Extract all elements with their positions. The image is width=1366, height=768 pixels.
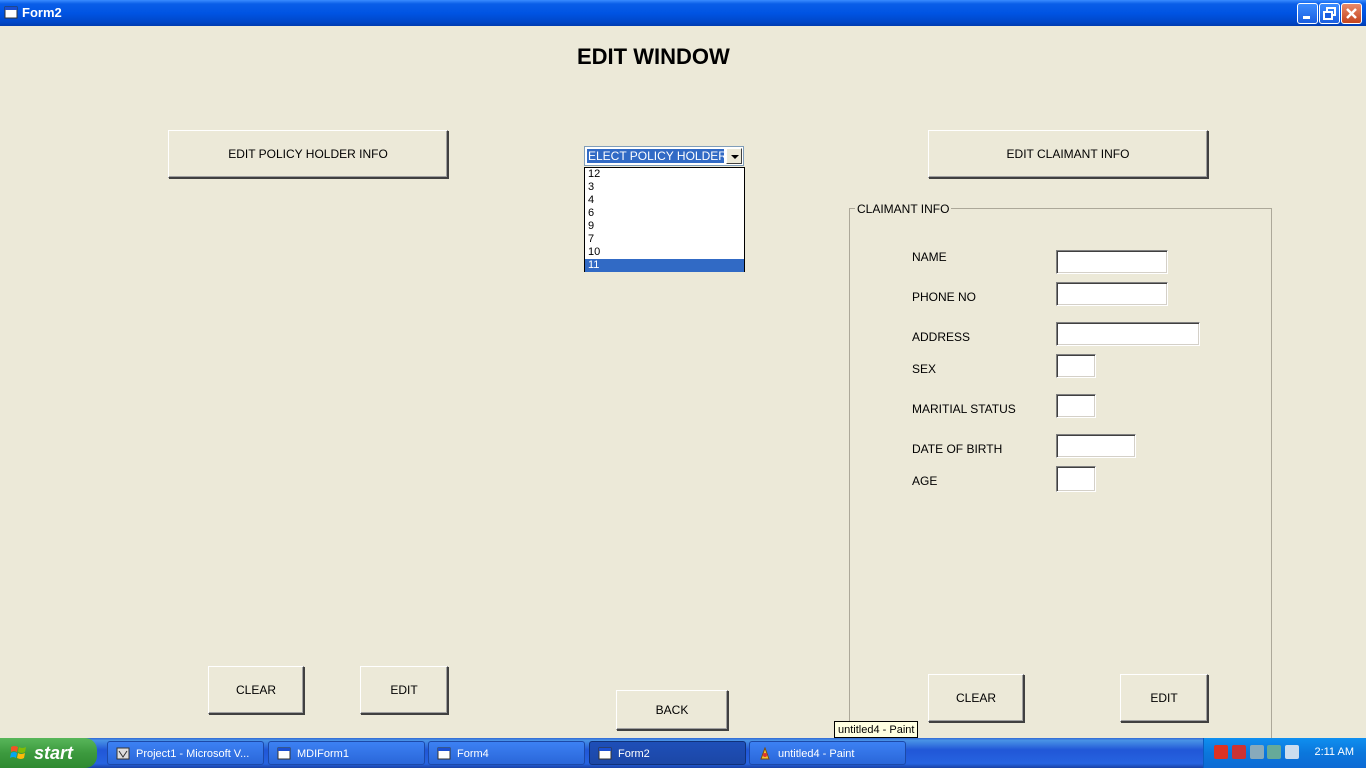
phone-field[interactable] [1056,282,1168,306]
taskbar-item-label: Project1 - Microsoft V... [136,748,250,760]
name-label: NAME [912,250,947,264]
taskbar-item-form2[interactable]: Form2 [589,741,746,765]
age-field[interactable] [1056,466,1096,492]
address-label: ADDRESS [912,330,971,344]
list-item-selected[interactable]: 11 [585,259,744,272]
taskbar-item-label: Form2 [618,748,650,760]
policy-holder-id-combo[interactable]: ELECT POLICY HOLDER ID [584,146,744,166]
list-item[interactable]: 6 [585,207,744,220]
taskbar-item-paint[interactable]: untitled4 - Paint [749,741,906,765]
form-icon [598,747,612,760]
edit-claimant-button[interactable]: EDIT CLAIMANT INFO [928,130,1208,178]
policy-edit-button[interactable]: EDIT [360,666,448,714]
close-button[interactable] [1341,3,1362,24]
vb-project-icon [116,747,130,760]
list-item[interactable]: 12 [585,168,744,181]
list-item[interactable]: 3 [585,181,744,194]
paint-icon [760,747,770,760]
age-label: AGE [912,474,938,488]
restore-button[interactable] [1319,3,1340,24]
combo-selected-value: ELECT POLICY HOLDER ID [587,149,724,163]
date-of-birth-label: DATE OF BIRTH [912,442,1003,456]
marital-status-field[interactable] [1056,394,1096,418]
close-icon [1346,8,1357,19]
claimant-clear-button[interactable]: CLEAR [928,674,1024,722]
policy-holder-id-dropdown-list[interactable]: 12 3 4 6 9 7 10 11 [584,167,745,272]
claimant-edit-button[interactable]: EDIT [1120,674,1208,722]
taskbar-item-project1[interactable]: Project1 - Microsoft V... [107,741,264,765]
taskbar-item-label: untitled4 - Paint [778,748,855,760]
clock[interactable]: 2:11 AM [1314,746,1354,758]
list-item[interactable]: 10 [585,246,744,259]
network-icon[interactable] [1285,745,1299,759]
taskbar-item-label: Form4 [457,748,489,760]
edit-policy-holder-button[interactable]: EDIT POLICY HOLDER INFO [168,130,448,178]
name-field[interactable] [1056,250,1168,274]
back-button[interactable]: BACK [616,690,728,730]
minimize-button[interactable] [1297,3,1318,24]
start-label: start [34,743,74,763]
restore-icon [1323,7,1336,20]
claimant-info-label: CLAIMANT INFO [855,202,952,216]
taskbar-item-label: MDIForm1 [297,748,349,760]
speaker-icon[interactable] [1250,745,1264,759]
sex-field[interactable] [1056,354,1096,378]
network-warning-icon[interactable] [1232,745,1246,759]
minimize-icon [1303,16,1310,19]
sex-label: SEX [912,362,937,376]
list-item[interactable]: 9 [585,220,744,233]
date-of-birth-field[interactable] [1056,434,1136,458]
chevron-down-icon[interactable] [726,148,742,164]
start-button[interactable]: start [0,738,97,768]
taskbar: start Project1 - Microsoft V... MDIForm1… [0,738,1366,768]
system-tray: 2:11 AM [1203,738,1366,768]
form-icon [4,6,18,19]
windows-logo-icon [10,746,26,759]
security-shield-icon[interactable] [1214,745,1228,759]
list-item[interactable]: 7 [585,233,744,246]
list-item[interactable]: 4 [585,194,744,207]
form-icon [437,747,451,760]
window-title: Form2 [22,5,62,20]
form-icon [277,747,291,760]
taskbar-item-form4[interactable]: Form4 [428,741,585,765]
marital-status-label: MARITIAL STATUS [912,402,1016,416]
window-titlebar[interactable]: Form2 [0,0,1366,26]
taskbar-tooltip: untitled4 - Paint [834,721,919,738]
page-title: EDIT WINDOW [577,44,730,69]
phone-label: PHONE NO [912,290,977,304]
tray-app-icon[interactable] [1267,745,1281,759]
taskbar-item-mdiform1[interactable]: MDIForm1 [268,741,425,765]
policy-clear-button[interactable]: CLEAR [208,666,304,714]
address-field[interactable] [1056,322,1200,346]
